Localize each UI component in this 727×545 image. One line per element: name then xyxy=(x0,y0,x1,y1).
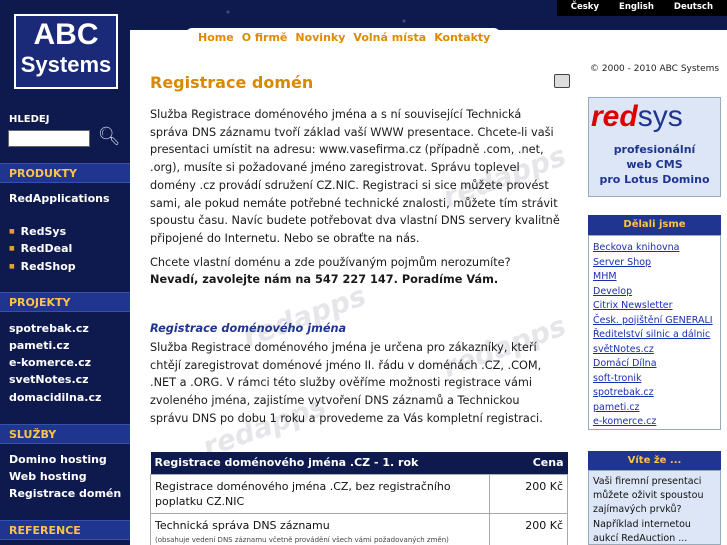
language-switcher: Česky English Deutsch xyxy=(556,0,727,16)
search-input[interactable] xyxy=(8,130,90,147)
search-label: HLEDEJ xyxy=(9,114,50,125)
main-nav: Home O firmě Novinky Volná místa Kontakt… xyxy=(186,28,500,48)
tab-home[interactable]: Home xyxy=(198,28,241,48)
tab-novinky[interactable]: Novinky xyxy=(295,28,352,48)
company-logo[interactable]: ABC Systems xyxy=(14,14,118,89)
worked-title: Dělali jsme xyxy=(588,215,721,235)
table-cell-price: 200 Kč xyxy=(489,512,568,545)
sidebar-item-ekomerce[interactable]: e-komerce.cz xyxy=(9,356,91,369)
reference-link[interactable]: Domácí Dílna xyxy=(593,357,716,372)
sidebar-item-svetnotes[interactable]: svetNotes.cz xyxy=(9,373,89,386)
reference-link[interactable]: světNotes.cz xyxy=(593,343,716,358)
table-header-row: Registrace doménového jména .CZ - 1. rok… xyxy=(150,452,568,474)
table-cell-service: Registrace doménového jména .CZ, bez reg… xyxy=(150,473,490,514)
reference-link[interactable]: spotrebak.cz xyxy=(593,386,716,401)
ad-line1: profesionální xyxy=(613,143,696,156)
detail-paragraph: Služba Registrace doménového jména je ur… xyxy=(150,341,543,425)
tip-title: Víte že ... xyxy=(588,451,721,471)
sidebar-item-redshop[interactable]: RedShop xyxy=(9,260,76,273)
table-row: Technická správa DNS záznamu (obsahuje v… xyxy=(150,512,568,545)
sidebar-item-redsys[interactable]: RedSys xyxy=(9,225,66,238)
redsys-logo: redsys xyxy=(591,100,683,134)
section-projekty: PROJEKTY xyxy=(0,292,130,312)
lang-german-link[interactable]: Deutsch xyxy=(664,0,723,16)
reference-link[interactable]: Citrix Newsletter xyxy=(593,299,716,314)
sidebar-item-reddeal[interactable]: RedDeal xyxy=(9,242,73,255)
reference-link[interactable]: e-komerce.cz xyxy=(593,415,716,430)
tab-kontakty[interactable]: Kontakty xyxy=(434,28,497,48)
section-reference: REFERENCE xyxy=(0,520,130,540)
ad-text: profesionální web CMS pro Lotus Domino xyxy=(589,142,720,187)
sidebar-item-spotrebak[interactable]: spotrebak.cz xyxy=(9,322,89,335)
logo-red: red xyxy=(591,100,638,133)
reference-link[interactable]: Česk. pojištění GENERALI xyxy=(593,314,716,329)
lang-czech-link[interactable]: Česky xyxy=(561,0,609,16)
table-cell-price: 200 Kč xyxy=(489,473,568,514)
table-header-service: Registrace doménového jména .CZ - 1. rok xyxy=(150,452,490,474)
redsys-ad-banner[interactable]: redsys profesionální web CMS pro Lotus D… xyxy=(588,97,721,197)
tab-o-firme[interactable]: O firmě xyxy=(242,28,295,48)
worked-list: Beckova knihovna Server Shop MHM Develop Cit… xyxy=(588,235,721,430)
intro-paragraph: Služba Registrace doménového jména a s n… xyxy=(150,108,560,245)
reference-link[interactable]: Develop xyxy=(593,285,716,300)
sidebar-item-web-hosting[interactable]: Web hosting xyxy=(9,470,87,483)
sidebar-item-redapplications[interactable]: RedApplications xyxy=(9,192,110,205)
printer-icon[interactable] xyxy=(554,74,570,88)
ad-line2: web CMS xyxy=(626,158,683,171)
section-subhead: Registrace doménového jména xyxy=(150,322,347,335)
lang-english-link[interactable]: English xyxy=(609,0,664,16)
section-sluzby: SLUŽBY xyxy=(0,424,130,444)
reference-link[interactable]: Ředitelství silnic a dálnic xyxy=(593,328,716,343)
reference-link[interactable]: soft-tronik xyxy=(593,372,716,387)
tip-text: Vaši firemní presentaci můžete oživit sp… xyxy=(588,470,721,545)
price-table: Registrace doménového jména .CZ - 1. rok… xyxy=(150,452,568,545)
reference-link[interactable]: Beckova knihovna xyxy=(593,241,716,256)
page-title: Registrace domén xyxy=(150,73,314,92)
search-icon[interactable]: 🔍︎ xyxy=(95,127,123,149)
service-note: (obsahuje vedení DNS záznamu včetně prov… xyxy=(155,535,449,544)
table-header-price: Cena xyxy=(489,452,568,474)
reference-link[interactable]: pameti.cz xyxy=(593,401,716,416)
tab-volna-mista[interactable]: Volná místa xyxy=(353,28,433,48)
sidebar-item-domacidilna[interactable]: domacidilna.cz xyxy=(9,391,101,404)
banner-graphic xyxy=(140,0,580,30)
reference-link[interactable]: Server Shop xyxy=(593,256,716,271)
table-row: Registrace doménového jména .CZ, bez reg… xyxy=(150,473,568,514)
service-label: Technická správa DNS záznamu xyxy=(155,518,330,532)
sidebar-item-pameti[interactable]: pameti.cz xyxy=(9,339,69,352)
table-cell-service: Technická správa DNS záznamu (obsahuje v… xyxy=(150,512,490,545)
reference-link[interactable]: MHM xyxy=(593,270,716,285)
sidebar-item-registrace-domen[interactable]: Registrace domén xyxy=(9,487,121,500)
call-text: Nevadí, zavolejte nám na 547 227 147. Po… xyxy=(150,273,499,286)
copyright: © 2000 - 2010 ABC Systems xyxy=(590,64,720,74)
sidebar-item-domino-hosting[interactable]: Domino hosting xyxy=(9,453,107,466)
ad-line3: pro Lotus Domino xyxy=(599,173,710,186)
logo-sys: sys xyxy=(637,100,683,133)
logo-line1: ABC xyxy=(33,18,99,51)
section-produkty: PRODUKTY xyxy=(0,163,130,183)
sidebar: ABC Systems HLEDEJ 🔍︎ PRODUKTY RedApplic… xyxy=(0,0,130,545)
question-text: Chcete vlastní doménu a zde používaným p… xyxy=(150,256,511,269)
logo-line2: Systems xyxy=(20,52,112,77)
